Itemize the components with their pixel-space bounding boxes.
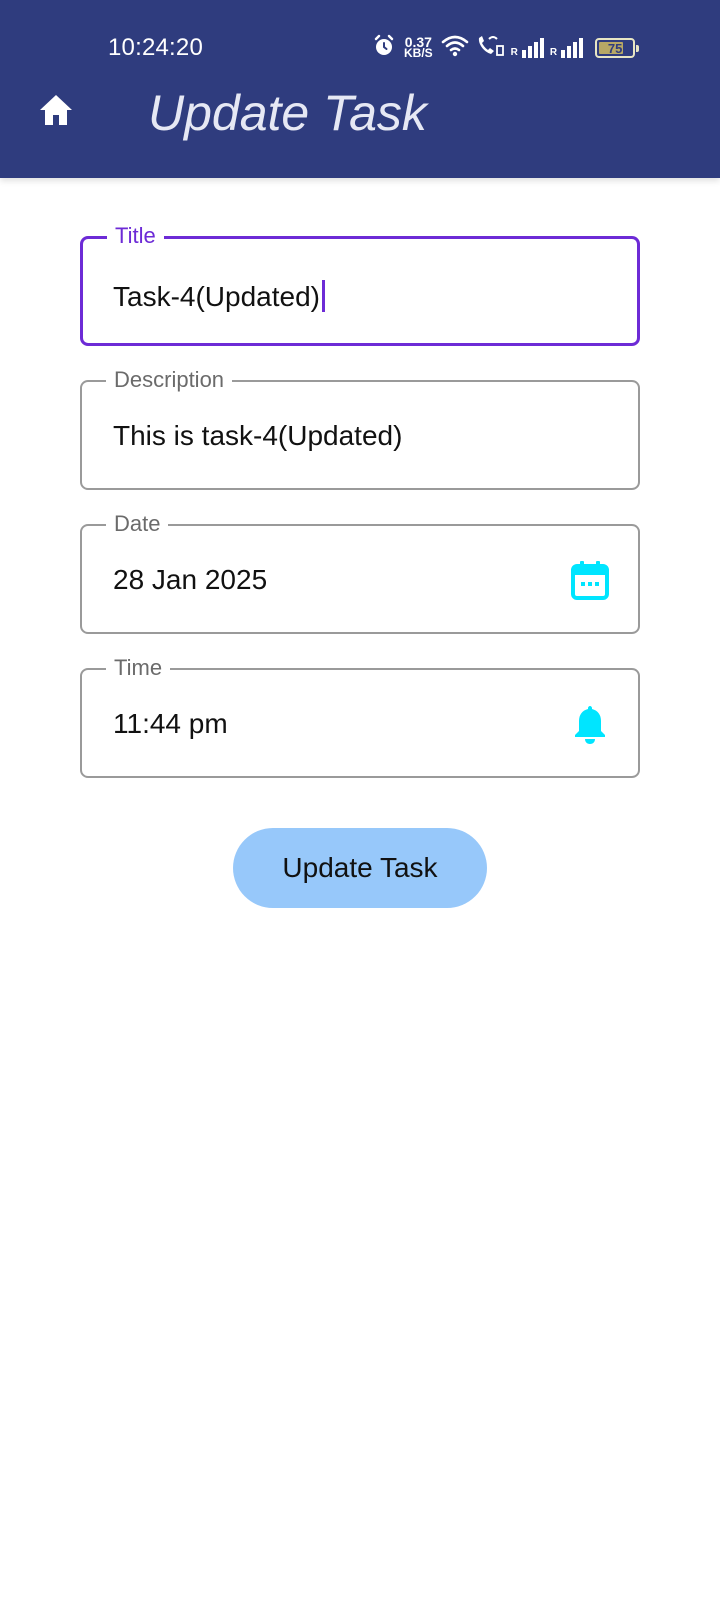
battery-icon: 75 [595,38,640,58]
date-field[interactable]: Date 28 Jan 2025 [80,510,640,634]
status-bar: 10:24:20 0.37 KB/S R R 75 [0,0,720,90]
reminder-button[interactable] [568,702,612,746]
time-field-label: Time [106,654,171,682]
title-text: Task-4(Updated) [113,281,320,312]
description-field-value[interactable]: This is task-4(Updated) [113,418,402,454]
net-speed-unit: KB/S [404,46,433,60]
title-field[interactable]: Title Task-4(Updated) [80,222,640,346]
bell-icon [575,706,605,744]
sim2-label: R [549,47,558,58]
update-task-button[interactable]: Update Task [233,828,487,908]
title-field-value[interactable]: Task-4(Updated) [113,279,325,315]
calendar-icon [571,561,609,600]
app-bar: 10:24:20 0.37 KB/S R R 75 Update Task [0,0,720,178]
title-field-label: Title [107,222,164,250]
home-button[interactable] [36,90,76,130]
alarm-icon [372,34,396,63]
page-title: Update Task [148,85,427,141]
battery-level: 75 [607,40,623,56]
time-field[interactable]: Time 11:44 pm [80,654,640,778]
wifi-icon [441,34,469,63]
signal-icon: R [511,38,544,58]
status-clock: 10:24:20 [108,34,204,61]
signal-icon: R [549,38,584,58]
date-field-label: Date [106,510,169,538]
description-field[interactable]: Description This is task-4(Updated) [80,366,640,490]
sim1-label: R [510,47,518,58]
text-cursor [321,280,325,312]
status-icons: 0.37 KB/S R R 75 [372,34,640,63]
calendar-button[interactable] [568,558,612,602]
time-field-value[interactable]: 11:44 pm [113,706,228,742]
description-field-label: Description [106,366,233,394]
net-speed: 0.37 KB/S [404,35,433,60]
home-icon [40,95,72,125]
wifi-calling-icon [475,34,505,63]
date-field-value[interactable]: 28 Jan 2025 [113,562,267,598]
